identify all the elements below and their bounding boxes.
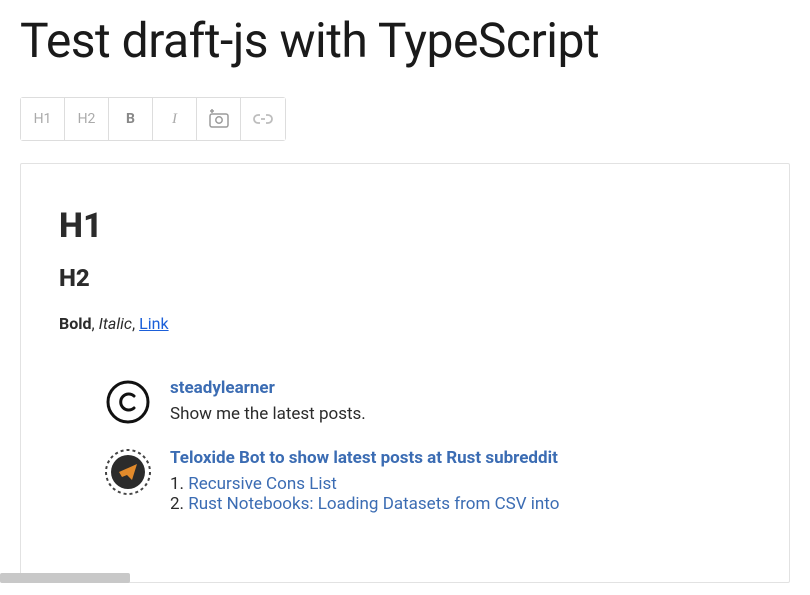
bold-sample: Bold	[59, 314, 91, 333]
bot-message-row: Teloxide Bot to show latest posts at Rus…	[59, 448, 751, 514]
italic-sample: Italic	[99, 314, 132, 333]
link-button[interactable]	[241, 98, 285, 140]
formatting-toolbar: H1 H2 B I	[20, 97, 286, 141]
content-inline-sample: Bold, Italic, Link	[59, 314, 751, 333]
list-number: 2.	[170, 494, 184, 514]
bot-avatar	[104, 448, 152, 496]
image-button[interactable]	[197, 98, 241, 140]
list-item: 1. Recursive Cons List	[170, 474, 751, 494]
list-link[interactable]: Rust Notebooks: Loading Datasets from CS…	[188, 494, 559, 514]
content-heading-1: H1	[59, 206, 751, 246]
copyright-icon	[105, 379, 151, 425]
user-avatar	[104, 378, 152, 426]
h1-button[interactable]: H1	[21, 98, 65, 140]
bot-post-title[interactable]: Teloxide Bot to show latest posts at Rus…	[170, 448, 751, 468]
bot-post-list: 1. Recursive Cons List 2. Rust Notebooks…	[170, 474, 751, 514]
bold-button[interactable]: B	[109, 98, 153, 140]
page-title: Test draft-js with TypeScript	[20, 12, 790, 69]
link-icon	[252, 112, 274, 126]
list-number: 1.	[170, 474, 184, 494]
separator: ,	[91, 314, 98, 333]
list-item: 2. Rust Notebooks: Loading Datasets from…	[170, 494, 751, 514]
editor-area[interactable]: H1 H2 Bold, Italic, Link steadylearner S…	[20, 163, 790, 583]
list-link[interactable]: Recursive Cons List	[188, 474, 337, 494]
content-heading-2: H2	[59, 264, 751, 292]
camera-plus-icon	[208, 109, 230, 129]
telegram-bot-icon	[104, 448, 152, 496]
user-message-row: steadylearner Show me the latest posts.	[59, 378, 751, 426]
italic-button[interactable]: I	[153, 98, 197, 140]
username[interactable]: steadylearner	[170, 378, 751, 398]
link-sample[interactable]: Link	[139, 314, 168, 333]
user-message: Show me the latest posts.	[170, 404, 751, 424]
h2-button[interactable]: H2	[65, 98, 109, 140]
horizontal-scrollbar-thumb[interactable]	[0, 573, 130, 583]
